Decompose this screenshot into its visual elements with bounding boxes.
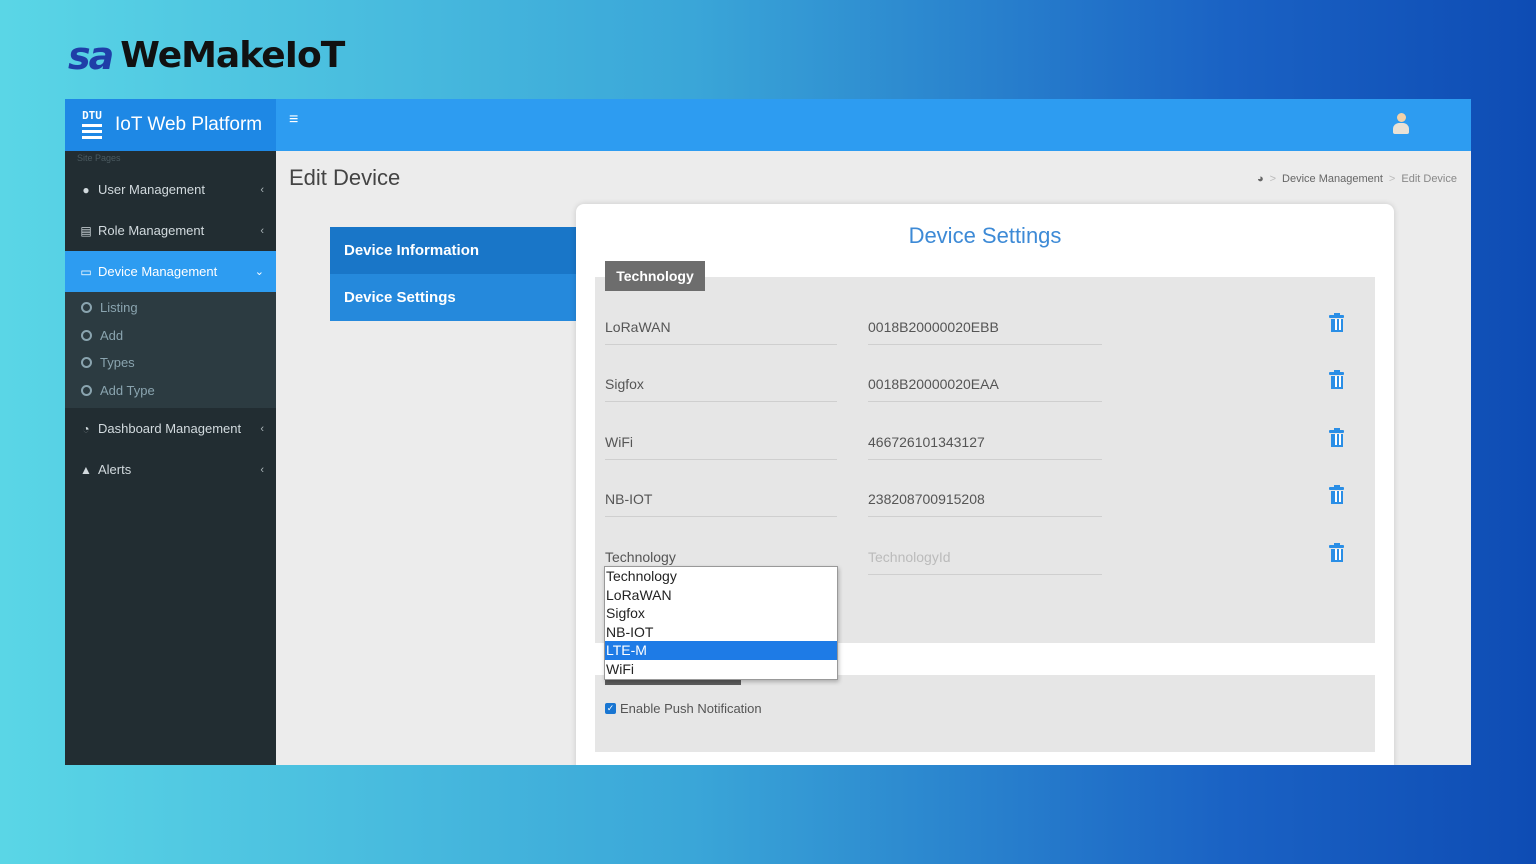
sidebar-item-role-management[interactable]: ▤ Role Management ‹ (65, 210, 276, 251)
breadcrumb-parent[interactable]: Device Management (1282, 173, 1383, 185)
chevron-left-icon: ‹ (260, 422, 264, 435)
technology-id-field[interactable]: 238208700915208 (868, 479, 1102, 517)
circle-icon (81, 357, 92, 369)
circle-icon (81, 384, 92, 396)
trash-icon[interactable] (1329, 370, 1344, 389)
user-avatar-icon[interactable] (1393, 113, 1409, 135)
breadcrumb: ◕ > Device Management > Edit Device (1256, 173, 1457, 185)
chevron-left-icon: ‹ (260, 463, 264, 476)
dropdown-option[interactable]: LoRaWAN (605, 586, 837, 605)
device-settings-card: Device Settings Technology LoRaWAN 0018B… (576, 204, 1394, 765)
chevron-left-icon: ‹ (260, 224, 264, 237)
technology-name-field[interactable]: NB-IOT (605, 479, 837, 517)
chevron-down-icon: ⌄ (254, 266, 264, 278)
breadcrumb-current: Edit Device (1401, 173, 1457, 185)
technology-row: Sigfox 0018B20000020EAA (605, 364, 1365, 404)
sidebar-item-alerts[interactable]: ▲ Alerts ‹ (65, 449, 276, 490)
submenu-item-types[interactable]: Types (65, 349, 276, 377)
trash-icon[interactable] (1329, 485, 1344, 504)
technology-row: NB-IOT 238208700915208 (605, 479, 1365, 519)
trash-icon[interactable] (1329, 428, 1344, 447)
app-logo[interactable]: DTU IoT Web Platform (65, 99, 276, 151)
push-notification-label: Enable Push Notification (620, 701, 762, 716)
dashboard-icon[interactable]: ◕ (1257, 173, 1264, 185)
dashboard-icon: ◔ (82, 421, 90, 436)
submenu-item-add[interactable]: Add (65, 322, 276, 350)
hamburger-icon[interactable]: ≡ (289, 111, 298, 129)
sidebar-hint: Site Pages (77, 153, 121, 163)
technology-section-tab[interactable]: Technology (605, 261, 705, 291)
page-title: Edit Device (289, 165, 401, 190)
user-circle-icon: ● (82, 182, 90, 197)
technology-name-field[interactable]: WiFi (605, 422, 837, 460)
technology-row: LoRaWAN 0018B20000020EBB (605, 307, 1365, 347)
device-submenu: Listing Add Types Add Type (65, 292, 276, 408)
edit-device-tabs: Device Information Device Settings (330, 227, 576, 321)
technology-id-field[interactable]: 466726101343127 (868, 422, 1102, 460)
technology-dropdown-list[interactable]: Technology LoRaWAN Sigfox NB-IOT LTE-M W… (604, 566, 838, 680)
bell-icon: ▲ (80, 462, 92, 477)
app-window: DTU IoT Web Platform ≡ Site Pages ● User… (65, 99, 1471, 765)
technology-name-field[interactable]: LoRaWAN (605, 307, 837, 345)
checkbox-checked-icon[interactable]: ✓ (605, 703, 616, 714)
tab-device-settings[interactable]: Device Settings (330, 274, 576, 321)
chevron-left-icon: ‹ (260, 183, 264, 196)
dropdown-option-selected[interactable]: LTE-M (605, 641, 837, 660)
sidebar-item-device-management[interactable]: ▭ Device Management ⌄ (65, 251, 276, 292)
dtu-logo-icon: DTU (79, 106, 105, 144)
brand-logo: sa WeMakeIoT (68, 34, 345, 78)
dropdown-option[interactable]: NB-IOT (605, 623, 837, 642)
circle-icon (81, 302, 92, 314)
push-notification-checkbox[interactable]: ✓ Enable Push Notification (605, 701, 762, 716)
dropdown-option[interactable]: Sigfox (605, 604, 837, 623)
dropdown-option[interactable]: Technology (605, 567, 837, 586)
brand-mark: sa (68, 34, 114, 78)
technology-id-field[interactable]: 0018B20000020EAA (868, 364, 1102, 402)
technology-row: WiFi 466726101343127 (605, 422, 1365, 462)
brand-name: WeMakeIoT (120, 35, 345, 76)
trash-icon[interactable] (1329, 313, 1344, 332)
sidebar-item-user-management[interactable]: ● User Management ‹ (65, 169, 276, 210)
submenu-item-listing[interactable]: Listing (65, 294, 276, 322)
circle-icon (81, 329, 92, 341)
app-title: IoT Web Platform (115, 114, 263, 135)
card-title: Device Settings (908, 223, 1062, 248)
technology-id-field[interactable]: 0018B20000020EBB (868, 307, 1102, 345)
sidebar-item-dashboard-management[interactable]: ◔ Dashboard Management ‹ (65, 408, 276, 449)
tab-device-information[interactable]: Device Information (330, 227, 576, 274)
trash-icon[interactable] (1329, 543, 1344, 562)
id-card-icon: ▤ (80, 223, 92, 238)
notification-panel: ✓ Enable Push Notification (595, 675, 1375, 752)
submenu-item-add-type[interactable]: Add Type (65, 377, 276, 405)
dropdown-option[interactable]: WiFi (605, 660, 837, 679)
top-navbar: DTU IoT Web Platform ≡ (65, 99, 1471, 151)
technology-name-field[interactable]: Sigfox (605, 364, 837, 402)
monitor-icon: ▭ (80, 264, 92, 279)
technology-id-input[interactable]: TechnologyId (868, 537, 1102, 575)
sidebar: Site Pages ● User Management ‹ ▤ Role Ma… (65, 151, 276, 765)
